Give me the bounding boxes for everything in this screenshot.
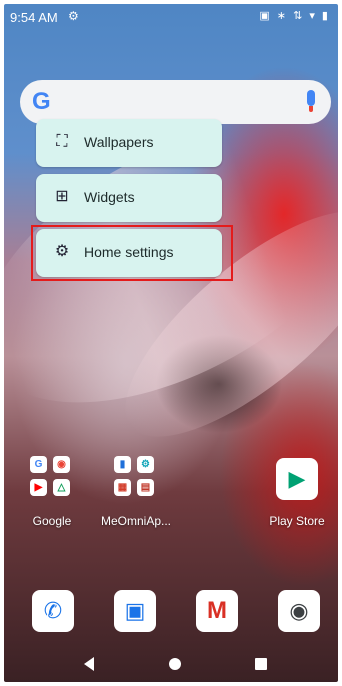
google-app-icon: G xyxy=(30,456,47,473)
play-store-app[interactable]: ▶ xyxy=(276,458,318,500)
play-store-label: Play Store xyxy=(269,514,325,528)
google-search-bar[interactable]: G xyxy=(20,80,331,124)
settings-icon: ⚙ xyxy=(68,9,79,23)
settings-app-icon: ⚙ xyxy=(137,456,154,473)
menu-item-wallpapers[interactable]: ⛶ Wallpapers xyxy=(36,119,222,167)
chrome-app-icon: ◉ xyxy=(53,456,70,473)
menu-item-label: Wallpapers xyxy=(84,134,154,150)
home-icon[interactable] xyxy=(169,658,181,670)
youtube-app-icon: ▶ xyxy=(30,479,47,496)
meomni-folder[interactable]: ▮ ⚙ ▦ ▤ xyxy=(114,456,158,500)
google-folder-label: Google xyxy=(32,514,72,528)
meomni-folder-label: MeOmniAp... xyxy=(100,514,172,528)
home-screen: 9:54 AM ⚙ ▣ ∗ ⇅ ▾ ▮ G ⛶ Wallpapers ⊞ Wid… xyxy=(4,4,338,682)
meomni-app-icon: ▮ xyxy=(114,456,131,473)
menu-item-label: Widgets xyxy=(84,189,135,205)
recents-icon[interactable] xyxy=(255,658,267,670)
google-logo-icon: G xyxy=(32,88,51,115)
widgets-icon: ⊞ xyxy=(55,188,69,205)
contacts-icon: ▣ xyxy=(124,598,146,623)
mic-icon[interactable] xyxy=(307,90,315,112)
status-icons: ▣ ∗ ⇅ ▾ ▮ xyxy=(259,10,330,22)
gmail-app[interactable]: M xyxy=(196,590,238,632)
status-time: 9:54 AM xyxy=(10,10,58,25)
contacts-app[interactable]: ▣ xyxy=(114,590,156,632)
highlight-box xyxy=(31,225,233,281)
camera-app[interactable]: ◉ xyxy=(278,590,320,632)
menu-item-widgets[interactable]: ⊞ Widgets xyxy=(36,174,222,222)
navigation-bar xyxy=(4,644,338,682)
wallpaper-icon: ⛶ xyxy=(56,133,68,150)
back-icon[interactable] xyxy=(84,657,94,671)
calendar-app-icon: ▤ xyxy=(137,479,154,496)
google-folder[interactable]: G ◉ ▶ △ xyxy=(30,456,74,500)
drive-app-icon: △ xyxy=(53,479,70,496)
gmail-icon: M xyxy=(207,597,227,624)
camera-icon: ◉ xyxy=(289,598,309,623)
status-bar: 9:54 AM ⚙ ▣ ∗ ⇅ ▾ ▮ xyxy=(4,4,338,32)
phone-icon: ✆ xyxy=(43,598,63,623)
phone-app[interactable]: ✆ xyxy=(32,590,74,632)
store-app-icon: ▦ xyxy=(114,479,131,496)
play-store-icon: ▶ xyxy=(288,466,306,491)
